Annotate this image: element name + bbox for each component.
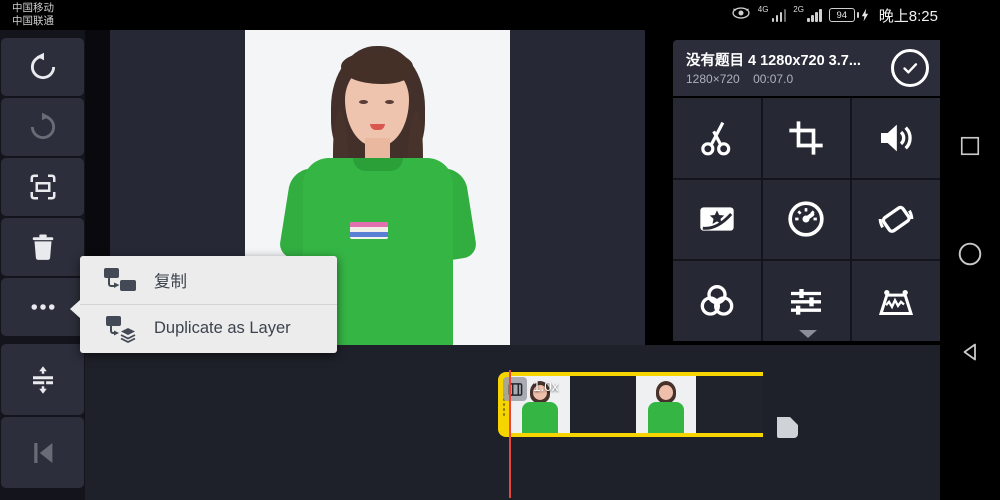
- scissors-icon: [701, 121, 731, 156]
- tool-voice-changer[interactable]: [852, 261, 940, 341]
- tool-filter[interactable]: [673, 261, 761, 341]
- video-editor-screen: 中国移动 中国联通 4G 2G 94 晚上8:25 没有题目 4 1280x72…: [0, 0, 1000, 500]
- skip-to-start-icon: [33, 442, 52, 463]
- tool-rotate-mirror[interactable]: [852, 179, 940, 260]
- clip-tool-grid: [673, 98, 940, 341]
- tool-clip-graphics[interactable]: [673, 179, 761, 260]
- delete-button[interactable]: [1, 218, 84, 276]
- android-navbar: [940, 30, 1000, 500]
- rotate-icon: [878, 206, 914, 234]
- carrier-labels: 中国移动 中国联通: [12, 2, 54, 28]
- project-title: 没有题目 4 1280x720 3.7...: [686, 53, 861, 69]
- clip-graphics-icon: [700, 207, 734, 232]
- fit-screen-icon: [30, 174, 55, 200]
- clock: 晚上8:25: [878, 7, 938, 25]
- clip-frame-dark: [570, 376, 636, 433]
- timeline-area[interactable]: 4 00:00:00.0 00:00:07.01 1.0x: [85, 345, 940, 500]
- duplicate-as-layer-icon: [106, 315, 136, 343]
- video-clip[interactable]: 1.0x: [498, 372, 777, 437]
- skip-to-start-button[interactable]: [1, 417, 84, 488]
- clip-speed-label: 1.0x: [533, 379, 559, 394]
- ellipsis-icon: [31, 304, 54, 310]
- speed-gauge-icon: [788, 201, 825, 238]
- tool-trim-split[interactable]: [673, 98, 761, 178]
- undo-button[interactable]: [1, 38, 84, 96]
- confirm-button[interactable]: [891, 49, 929, 87]
- clip-type-badge: [503, 377, 527, 401]
- redo-button[interactable]: [1, 98, 84, 156]
- project-header: 没有题目 4 1280x720 3.7... 1280×720 00:07.0: [673, 40, 940, 96]
- redo-icon: [30, 112, 55, 140]
- home-circle-icon: [958, 242, 982, 266]
- speaker-icon: [881, 124, 912, 152]
- recents-square-icon: [960, 136, 980, 156]
- clip-frame-thumb: [636, 376, 696, 433]
- home-button[interactable]: [954, 238, 986, 270]
- eye-protection-icon: [731, 6, 751, 25]
- grid-more-arrow-icon[interactable]: [799, 330, 817, 338]
- tool-volume[interactable]: [852, 98, 940, 178]
- signal-2g-icon: 2G: [793, 5, 822, 22]
- duplicate-icon: [104, 268, 136, 291]
- fit-screen-button[interactable]: [1, 158, 84, 216]
- timeline-expand-icon: [32, 365, 53, 394]
- clip-frame-dark: [696, 376, 763, 433]
- signal-4g-icon: 4G: [758, 5, 787, 22]
- carrier-2: 中国联通: [12, 15, 54, 27]
- context-menu-pointer: [70, 300, 80, 318]
- recents-button[interactable]: [954, 130, 986, 162]
- back-button[interactable]: [954, 336, 986, 368]
- clip-end-curl[interactable]: [777, 417, 798, 438]
- checkmark-icon: [903, 63, 918, 74]
- back-triangle-icon: [963, 343, 976, 361]
- carrier-1: 中国移动: [12, 2, 54, 14]
- menu-item-label: Duplicate as Layer: [154, 319, 291, 337]
- undo-icon: [30, 52, 55, 80]
- battery-icon: 94: [828, 8, 869, 22]
- filter-circles-icon: [700, 285, 734, 316]
- trash-icon: [32, 234, 53, 260]
- sliders-icon: [791, 289, 822, 315]
- tool-speed[interactable]: [762, 179, 851, 260]
- battery-level: 94: [828, 8, 855, 22]
- status-bar: 中国移动 中国联通 4G 2G 94 晚上8:25: [0, 0, 1000, 30]
- charging-bolt-icon: [861, 8, 868, 22]
- project-resolution: 1280×720: [686, 72, 740, 86]
- playhead[interactable]: [509, 370, 511, 498]
- menu-item-label: 复制: [154, 273, 187, 291]
- tool-crop[interactable]: [762, 98, 851, 178]
- left-toolbar: [0, 30, 85, 500]
- project-meta: 1280×720 00:07.0: [686, 72, 803, 86]
- project-duration: 00:07.0: [753, 72, 794, 86]
- context-menu: 复制 Duplicate as Layer: [70, 256, 337, 353]
- menu-item-duplicate-as-layer[interactable]: Duplicate as Layer: [80, 304, 337, 352]
- timeline-expand-button[interactable]: [1, 344, 84, 415]
- crop-icon: [789, 121, 824, 155]
- menu-item-duplicate[interactable]: 复制: [80, 256, 337, 304]
- voice-eq-icon: [879, 290, 914, 316]
